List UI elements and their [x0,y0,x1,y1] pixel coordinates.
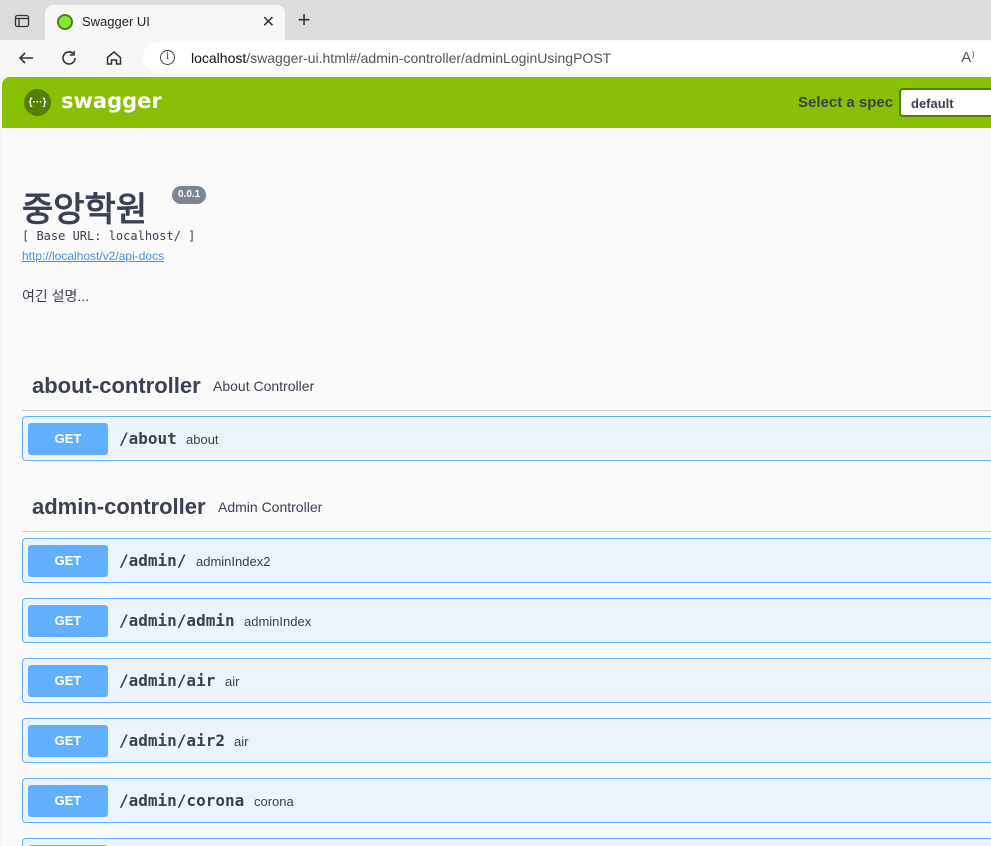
api-description: 여긴 설명... [22,288,90,304]
home-icon[interactable] [101,45,127,71]
operation-row[interactable]: GET /admin/ adminIndex2 [22,538,991,583]
read-aloud-icon[interactable]: A⁾ [961,48,975,66]
version-badge: 0.0.1 [172,186,207,204]
operation-summary: air [225,674,240,689]
section-name: admin-controller [32,494,206,519]
operation-path: /admin/corona [119,791,245,810]
swagger-topbar: {···} swagger Select a spec default [2,77,991,128]
url-text: localhost/swagger-ui.html#/admin-control… [191,50,612,66]
operation-path: /admin/admin [119,611,235,630]
method-badge: GET [28,423,108,455]
base-url: [ Base URL: localhost/ ] [22,229,196,243]
spec-label: Select a spec [798,94,894,111]
operation-path: /admin/ [119,551,187,570]
operation-path: /about [119,429,177,448]
swagger-content: 중앙학원 0.0.1 [ Base URL: localhost/ ] http… [2,128,991,846]
method-badge: GET [28,665,108,697]
method-badge: GET [28,605,108,637]
close-tab-icon[interactable]: ✕ [262,12,275,32]
section-admin-controller[interactable]: admin-controller Admin Controller [22,480,991,532]
tab-title: Swagger UI [82,14,150,29]
browser-tab[interactable]: Swagger UI ✕ [45,5,285,40]
method-badge: GET [28,545,108,577]
tab-actions-icon[interactable] [8,9,36,33]
swagger-favicon-icon [57,14,73,30]
operation-summary: adminIndex2 [196,554,271,569]
operation-row[interactable]: GET /admin/corona corona [22,778,991,823]
section-about-controller[interactable]: about-controller About Controller [22,359,991,411]
section-description: About Controller [213,378,315,394]
operation-path: /admin/air [119,671,216,690]
section-name: about-controller [32,373,201,398]
refresh-icon[interactable] [56,45,82,71]
new-tab-button[interactable]: + [292,6,316,34]
api-docs-link[interactable]: http://localhost/v2/api-docs [22,249,164,263]
operation-summary: about [186,432,219,447]
browser-toolbar: i localhost/swagger-ui.html#/admin-contr… [0,40,991,76]
operation-summary: air [234,734,249,749]
site-info-icon[interactable]: i [160,50,175,65]
swagger-logo-icon[interactable]: {···} [24,89,51,116]
back-icon[interactable] [13,45,39,71]
method-badge: GET [28,785,108,817]
operation-row[interactable]: GET /admin/air2 air [22,718,991,763]
browser-tab-bar: Swagger UI ✕ + [0,0,991,40]
operation-row[interactable]: GET /about about [22,416,991,461]
swagger-logo-text[interactable]: swagger [61,89,162,113]
operation-summary: corona [254,794,294,809]
section-description: Admin Controller [218,499,323,515]
api-title: 중앙학원 [22,191,148,229]
operation-summary: adminIndex [244,614,312,629]
address-bar[interactable]: i localhost/swagger-ui.html#/admin-contr… [143,42,991,73]
operation-row-partial[interactable] [22,838,991,846]
operation-row[interactable]: GET /admin/air air [22,658,991,703]
operation-row[interactable]: GET /admin/admin adminIndex [22,598,991,643]
method-badge: GET [28,725,108,757]
spec-select[interactable]: default [899,88,991,117]
operation-path: /admin/air2 [119,731,225,750]
